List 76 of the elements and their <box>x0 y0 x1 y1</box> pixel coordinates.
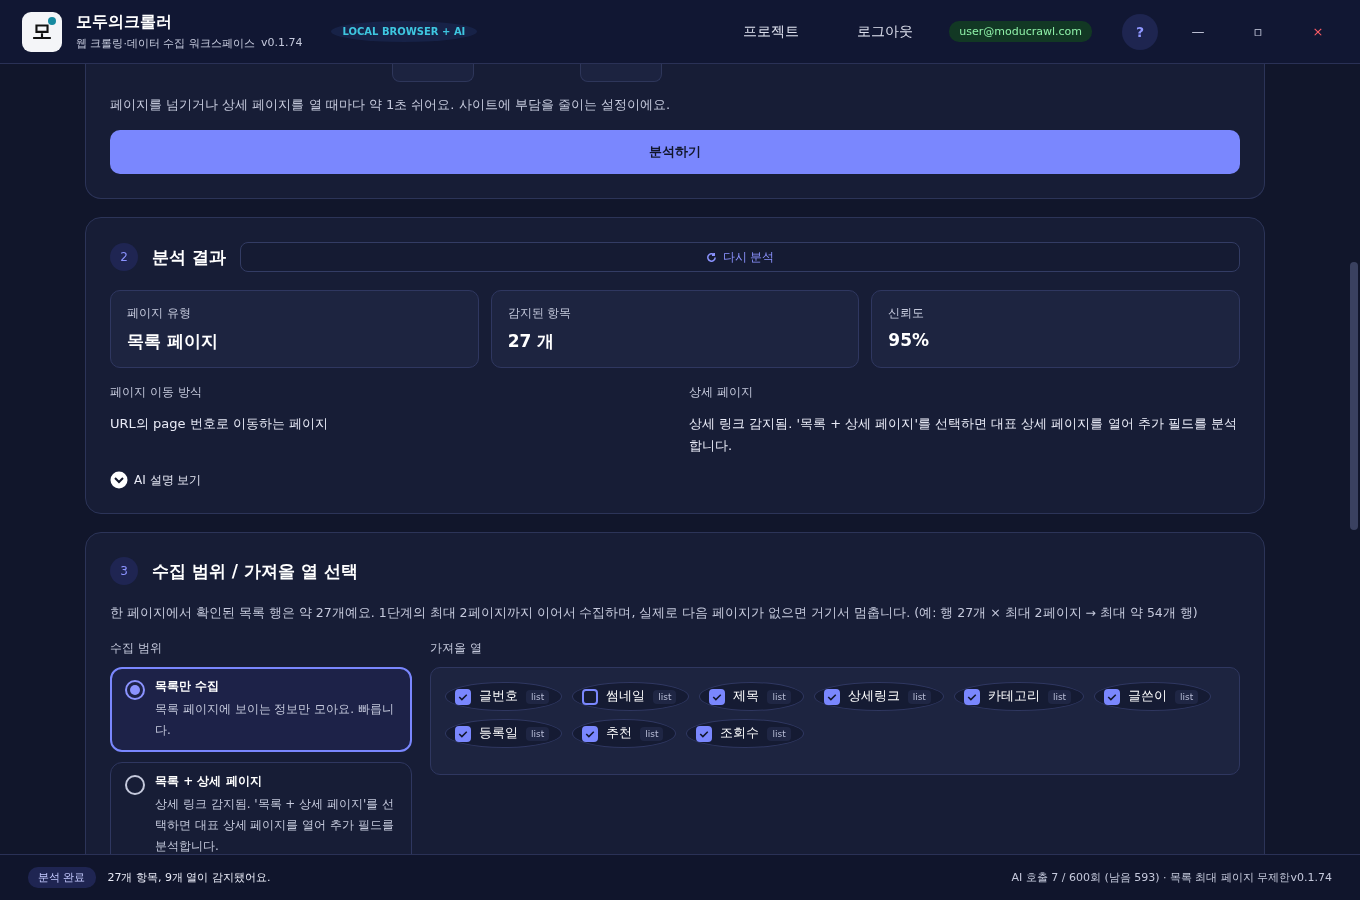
radio-button[interactable] <box>125 775 145 795</box>
source-tag: list <box>1175 689 1199 704</box>
scope-option[interactable]: 목록만 수집 목록 페이지에 보이는 정보만 모아요. 빠릅니다. <box>110 667 412 752</box>
option-title: 목록만 수집 <box>155 678 221 695</box>
reanalyze-button[interactable]: 다시 분석 <box>239 242 1240 272</box>
column-chip[interactable]: 글쓴이 list <box>1094 682 1212 711</box>
metric-value: 27 개 <box>507 330 556 353</box>
help-button[interactable]: ? <box>1122 13 1158 50</box>
option-description: 목록 페이지에 보이는 정보만 모아요. 빠릅니다. <box>155 701 395 739</box>
detail-label: 페이지 이동 방식 <box>110 384 203 401</box>
step-number: 3 <box>110 557 138 585</box>
checkbox[interactable] <box>1104 688 1121 705</box>
column-chip[interactable]: 조회수 list <box>686 719 804 748</box>
column-chip[interactable]: 글번호 list <box>445 682 563 711</box>
analyze-button[interactable]: 분석하기 <box>110 130 1240 174</box>
minimize-button[interactable]: — <box>1178 23 1218 40</box>
checkbox[interactable] <box>823 688 840 705</box>
detail-text: 상세 링크 감지됨. '목록 + 상세 페이지'를 선택하면 대표 상세 페이지를 열어 추가 필드를 분석합니다. <box>689 415 1239 455</box>
option-title: 목록 + 상세 페이지 <box>155 773 263 790</box>
nav-link[interactable]: 프로젝트 <box>743 22 800 41</box>
checkbox[interactable] <box>455 725 471 742</box>
usage-info: AI 호출 7 / 600회 (남음 593) · 목록 최대 페이지 무제한v0.1.74 <box>1011 870 1332 885</box>
scope-label: 수집 범위 <box>110 640 163 657</box>
input-field[interactable] <box>580 64 662 82</box>
scope-option[interactable]: 목록 + 상세 페이지 상세 링크 감지됨. '목록 + 상세 페이지'를 선택하면 대표 상세 페이지를 열어 추가 필드를 분석합니다. <box>110 762 412 854</box>
option-description: 상세 링크 감지됨. '목록 + 상세 페이지'를 선택하면 대표 상세 페이지를 열어 추가 필드를 분석합니다. <box>155 796 396 854</box>
column-chip[interactable]: 카테고리 list <box>953 682 1085 711</box>
app-logo: 모 <box>22 11 62 52</box>
metric-label: 페이지 유형 <box>127 305 192 322</box>
checkbox[interactable] <box>696 725 713 742</box>
source-tag: list <box>1047 689 1072 704</box>
maximize-button[interactable]: ▫ <box>1238 23 1278 40</box>
step-number: 2 <box>110 243 138 271</box>
source-tag: list <box>640 726 664 741</box>
detail-label: 상세 페이지 <box>689 384 754 401</box>
source-tag: list <box>526 689 550 704</box>
source-tag: list <box>907 689 931 704</box>
source-tag: list <box>767 726 791 741</box>
checkbox[interactable] <box>582 688 599 705</box>
mode-badge: LOCAL BROWSER + AI <box>330 21 478 42</box>
checkbox[interactable] <box>963 688 980 705</box>
status-message: 27개 항목, 9개 열이 감지됐어요. <box>107 870 271 885</box>
section-title: 분석 결과 <box>152 245 226 269</box>
source-tag: list <box>526 726 550 741</box>
input-field[interactable] <box>392 64 474 82</box>
app-name: 모두의크롤러 <box>76 12 173 33</box>
user-email-badge: user@moducrawl.com <box>949 21 1092 42</box>
column-chip[interactable]: 제목 list <box>699 682 804 711</box>
scope-description: 한 페이지에서 확인된 목록 행은 약 27개예요. 1단계의 최대 2페이지까지 이어서 수집하며, 실제로 다음 페이지가 없으면 거기서 멈춥니다. (예: 행 27개 × 최대 2페이지 → 최대 약 54개 행) <box>110 605 1199 622</box>
source-tag: list <box>767 689 791 704</box>
ai-explanation-toggle[interactable]: AI 설명 보기 <box>110 471 202 489</box>
refresh-icon <box>705 251 717 263</box>
section-title: 수집 범위 / 가져올 열 선택 <box>152 559 358 583</box>
column-chip[interactable]: 추천 list <box>572 719 677 748</box>
detail-text: URL의 page 번호로 이동하는 페이지 <box>110 415 329 433</box>
delay-note: 페이지를 넘기거나 상세 페이지를 열 때마다 약 1초 쉬어요. 사이트에 부담을 줄이는 설정이에요. <box>110 96 672 114</box>
columns-label: 가져올 열 <box>430 640 483 657</box>
scrollbar-thumb[interactable] <box>1350 262 1358 530</box>
version-label: v0.1.74 <box>261 36 303 51</box>
checkbox[interactable] <box>582 725 599 742</box>
app-subtitle: 웹 크롤링·데이터 수집 워크스페이스 <box>76 36 255 51</box>
close-button[interactable]: × <box>1298 23 1338 40</box>
metric-label: 신뢰도 <box>888 305 926 322</box>
column-chip[interactable]: 썸네일 list <box>572 682 690 711</box>
metric-value: 95% <box>888 330 931 350</box>
column-chip[interactable]: 상세링크 list <box>813 682 944 711</box>
metric-value: 목록 페이지 <box>127 330 219 353</box>
checkbox[interactable] <box>455 688 471 705</box>
metric-label: 감지된 항목 <box>507 305 573 322</box>
column-chip[interactable]: 등록일 list <box>445 719 563 748</box>
checkbox[interactable] <box>709 688 726 705</box>
source-tag: list <box>653 689 677 704</box>
nav-link[interactable]: 로그아웃 <box>857 22 914 41</box>
status-badge: 분석 완료 <box>28 867 96 888</box>
radio-button[interactable] <box>125 680 145 700</box>
chevron-icon <box>110 471 128 489</box>
